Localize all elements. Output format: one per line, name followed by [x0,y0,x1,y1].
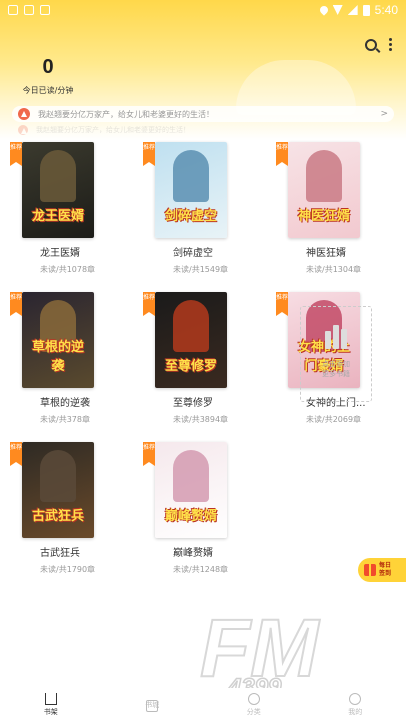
recommend-tag: 推荐 [143,142,155,166]
gift-icon [364,564,376,576]
more-icon[interactable] [389,38,392,51]
add-book-button[interactable]: 点击添加 更多书籍 [300,306,372,402]
battery-icon [362,4,370,16]
notice-icon [18,125,28,135]
cover-figure [173,300,209,352]
recommend-tag: 推荐 [143,442,155,466]
header-actions [365,38,392,51]
read-minutes: 0 [42,56,54,78]
cover-title: 神医狂婿 [297,209,350,224]
system-status: 5:40 [317,3,398,17]
bookshelf-icon [44,693,57,705]
book-title[interactable]: 至尊修罗 [173,394,253,409]
book-progress: 未读/共1549章 [173,265,229,274]
recommend-tag: 推荐 [276,292,288,316]
status-bar: 5:40 [0,0,406,20]
recommend-tag: 推荐 [10,442,22,466]
category-icon [247,693,260,705]
nav-label: 我的 [348,708,363,716]
book-cover[interactable]: 剑碎虚空 [155,142,227,238]
cover-figure [173,150,209,202]
book-progress: 未读/共1078章 [40,265,96,274]
chevron-right-icon: > [380,109,388,119]
cover-title: 草根的逆袭 [31,340,84,374]
notice-text: 我赵翘要分亿万家产，给女儿和老婆更好的生活！ [38,109,214,119]
cover-title: 龙王医婿 [31,209,84,224]
daily-checkin-button[interactable]: 每日 签到 [358,558,406,582]
book-progress: 未读/共1790章 [40,565,96,574]
cover-title: 剑碎虚空 [164,209,217,224]
read-minutes-label: 今日已读/分钟 [22,86,74,95]
book-progress: 未读/共1304章 [306,265,362,274]
wifi-icon [332,5,343,15]
nav-item-category[interactable]: 分类 [224,693,284,717]
clock: 5:40 [374,3,398,17]
book-title[interactable]: 草根的逆袭 [40,394,120,409]
cover-figure [40,150,76,202]
book-title[interactable]: 古武狂兵 [40,544,120,559]
reading-stats[interactable]: 0 今日已读/分钟 [18,56,78,96]
image-icon [40,5,50,15]
bookstore-icon [146,700,159,712]
add-book-label: 点击添加 更多书籍 [322,360,350,378]
book-progress: 未读/共378章 [40,415,90,424]
notice-text: 我赵翘要分亿万家产，给女儿和老婆更好的生活！ [36,126,190,134]
bottom-navigation: 书架 书城分类 我的 [0,688,406,722]
nav-item-profile[interactable]: 我的 [325,693,385,717]
notification-icons [8,5,50,15]
cover-figure [306,150,342,202]
book-progress: 未读/共3894章 [173,415,229,424]
recommend-tag: 推荐 [10,142,22,166]
recommend-tag: 推荐 [276,142,288,166]
signal-icon [347,5,358,15]
cover-title: 至尊修罗 [164,359,217,374]
books-icon [323,325,349,349]
book-title[interactable]: 龙王医婿 [40,244,120,259]
cover-title: 古武狂兵 [31,509,84,524]
nav-label: 分类 [246,708,261,716]
cover-title: 巅峰赘婿 [164,509,217,524]
book-progress: 未读/共2069章 [306,415,362,424]
nav-item-bookshelf[interactable]: 书架 [21,693,81,717]
book-cover[interactable]: 龙王医婿 [22,142,94,238]
recommend-tag: 推荐 [143,292,155,316]
book-title[interactable]: 剑碎虚空 [173,244,253,259]
location-icon [317,4,330,16]
cover-figure [173,450,209,502]
notice-banner[interactable]: 我赵翘要分亿万家产，给女儿和老婆更好的生活！ > [12,106,394,122]
book-cover[interactable]: 古武狂兵 [22,442,94,538]
book-cover[interactable]: 至尊修罗 [155,292,227,388]
book-cover[interactable]: 草根的逆袭 [22,292,94,388]
cover-figure [40,450,76,502]
book-title[interactable]: 巅峰赘婿 [173,544,253,559]
recommend-tag: 推荐 [10,292,22,316]
nav-item-bookstore[interactable]: 书城 [122,700,182,712]
nav-label: 书架 [43,708,58,716]
search-icon[interactable] [365,38,377,51]
book-progress: 未读/共1248章 [173,565,229,574]
checkin-label: 每日 签到 [379,562,392,577]
notification-icon [8,5,18,15]
book-cover[interactable]: 神医狂婿 [288,142,360,238]
notice-banner-next: 我赵翘要分亿万家产，给女儿和老婆更好的生活！ [12,124,394,136]
notice-icon [18,108,30,120]
download-icon [24,5,34,15]
book-cover[interactable]: 巅峰赘婿 [155,442,227,538]
profile-icon [349,693,362,705]
book-title[interactable]: 神医狂婿 [306,244,386,259]
